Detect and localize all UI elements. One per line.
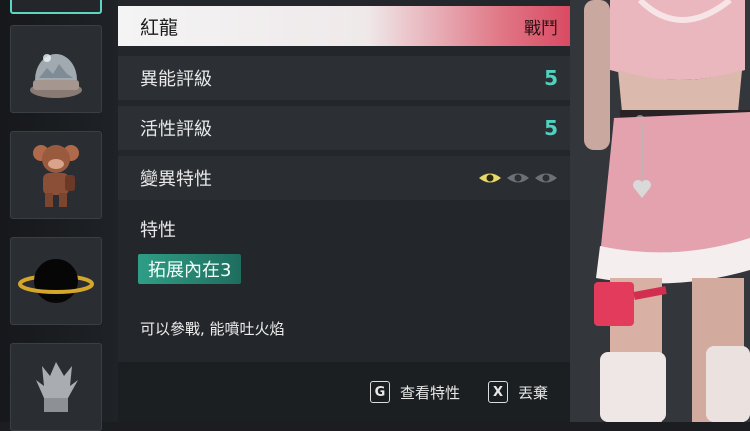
black-hole-orb-icon xyxy=(18,259,94,303)
eye-icon-inactive xyxy=(507,173,529,183)
mutation-level-indicator xyxy=(478,171,558,185)
eye-icon-active xyxy=(479,173,501,183)
creature-type-tag: 戰鬥 xyxy=(524,18,558,39)
creature-detail-panel: 紅龍 戰鬥 異能評級 5 活性評級 5 變異特性 特性 拓展內在3 可以參戰, … xyxy=(118,0,570,422)
action-footer: G 查看特性 X 丟棄 xyxy=(118,362,570,422)
creature-header: 紅龍 戰鬥 xyxy=(118,6,570,46)
stat-label: 變異特性 xyxy=(140,169,212,190)
eye-icon-inactive xyxy=(535,173,557,183)
claw-statue-icon xyxy=(36,362,78,412)
inventory-slot-2[interactable] xyxy=(10,131,102,219)
stat-row-activity-rating: 活性評級 5 xyxy=(118,106,570,150)
inventory-slot-1[interactable] xyxy=(10,25,102,113)
key-hint-g: G xyxy=(369,381,390,403)
monkey-figurine-icon xyxy=(33,145,79,207)
inventory-slot-selected[interactable] xyxy=(10,0,102,14)
snow-globe-icon xyxy=(30,54,82,98)
stat-row-ability-rating: 異能評級 5 xyxy=(118,56,570,100)
discard-label: 丟棄 xyxy=(517,383,548,402)
stat-value: 5 xyxy=(544,66,558,90)
inventory-column xyxy=(0,0,118,431)
stat-label: 活性評級 xyxy=(140,119,212,140)
stat-label: 異能評級 xyxy=(140,69,212,90)
creature-description: 可以參戰, 能噴吐火焰 xyxy=(140,320,285,338)
stat-row-mutation: 變異特性 xyxy=(118,156,570,200)
traits-heading: 特性 xyxy=(140,220,176,241)
inventory-slot-3[interactable] xyxy=(10,237,102,325)
view-traits-action[interactable]: G 查看特性 xyxy=(369,381,460,403)
discard-action[interactable]: X 丟棄 xyxy=(487,381,548,403)
trait-chip[interactable]: 拓展內在3 xyxy=(138,254,242,284)
key-hint-x: X xyxy=(487,381,508,403)
inventory-slot-4[interactable] xyxy=(10,343,102,431)
character-preview xyxy=(570,0,750,422)
stat-value: 5 xyxy=(544,116,558,140)
creature-name: 紅龍 xyxy=(140,16,179,39)
view-traits-label: 查看特性 xyxy=(399,383,460,402)
character-model xyxy=(570,0,750,422)
